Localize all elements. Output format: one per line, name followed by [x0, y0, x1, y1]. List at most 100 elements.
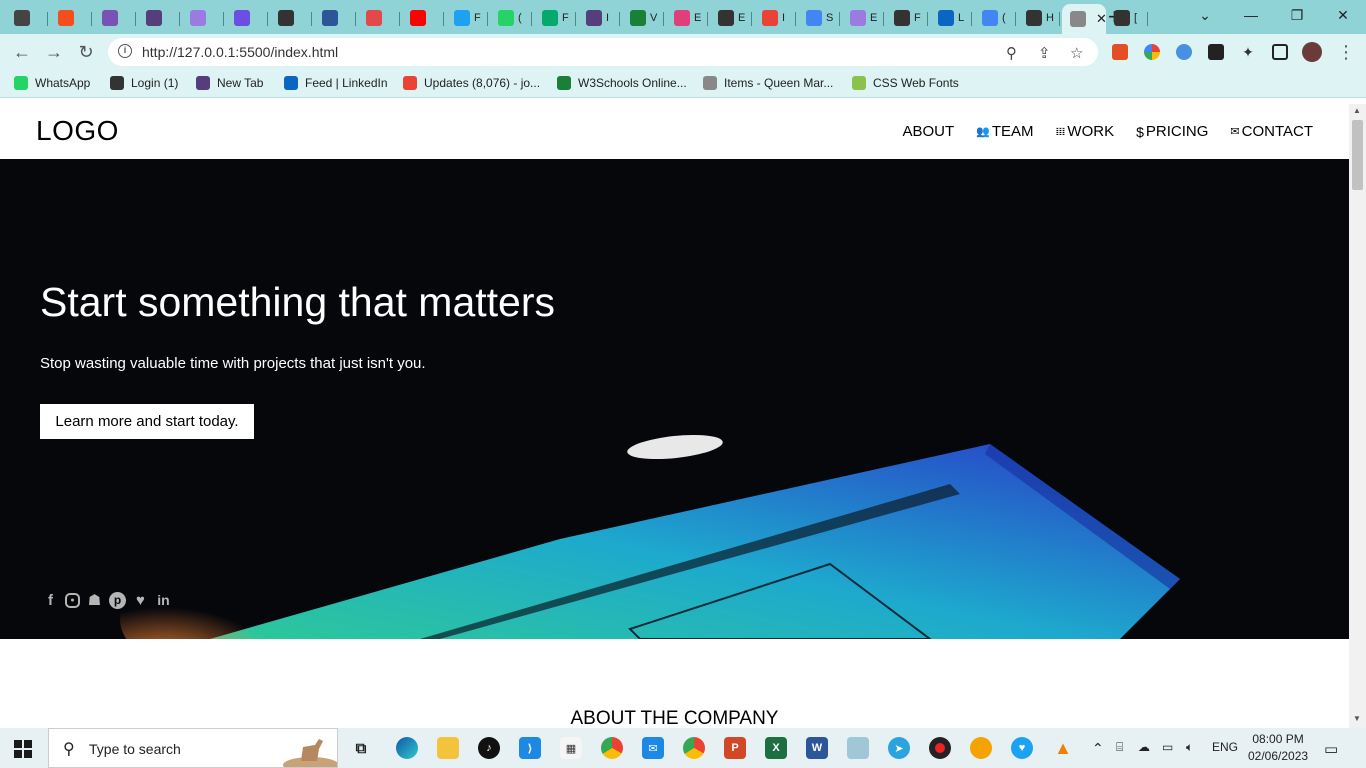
minimize-button[interactable]: —: [1228, 0, 1274, 30]
nav-contact[interactable]: ✉ CONTACT: [1230, 123, 1313, 140]
browser-tab[interactable]: (: [974, 4, 1016, 32]
address-bar[interactable]: i http://127.0.0.1:5500/index.html ⚲ ⇪ ☆: [108, 38, 1098, 66]
site-info-icon[interactable]: i: [118, 44, 132, 58]
browser-tab[interactable]: [6, 4, 48, 32]
url-text[interactable]: http://127.0.0.1:5500/index.html: [142, 44, 338, 60]
nav-team[interactable]: 👥 TEAM: [976, 123, 1033, 140]
zoom-icon[interactable]: ⚲: [1006, 44, 1017, 62]
taskbar-clock[interactable]: 08:00 PM 02/06/2023: [1248, 731, 1308, 765]
bookmark-item[interactable]: New Tab: [196, 76, 263, 90]
excel-icon[interactable]: X: [765, 737, 787, 759]
notifications-icon[interactable]: ▭: [1324, 740, 1338, 758]
scroll-up-icon[interactable]: ▲: [1353, 106, 1361, 115]
chrome-profile-icon[interactable]: [601, 737, 623, 759]
browser-tab[interactable]: W✕: [1062, 4, 1107, 34]
browser-tab[interactable]: H: [1018, 4, 1060, 32]
vscode-icon[interactable]: ⟩: [519, 737, 541, 759]
nav-pricing[interactable]: $ PRICING: [1136, 123, 1208, 140]
vpn-shield-icon[interactable]: [970, 737, 992, 759]
notes-icon[interactable]: [847, 737, 869, 759]
browser-tab[interactable]: S: [798, 4, 840, 32]
edge-icon[interactable]: [396, 737, 418, 759]
browser-tab[interactable]: (: [490, 4, 532, 32]
taskbar-search-box[interactable]: ⚲ Type to search: [48, 728, 338, 768]
browser-tab[interactable]: [138, 4, 180, 32]
battery-icon[interactable]: ▭: [1162, 740, 1173, 754]
browser-tab[interactable]: F: [886, 4, 928, 32]
avatar[interactable]: [1302, 42, 1322, 62]
browser-tab[interactable]: [402, 4, 444, 32]
browser-tab[interactable]: E: [842, 4, 884, 32]
hero-cta-button[interactable]: Learn more and start today.: [40, 404, 254, 439]
bookmark-item[interactable]: WhatsApp: [14, 76, 90, 90]
forward-icon[interactable]: →: [44, 42, 64, 62]
store-icon[interactable]: ▦: [560, 737, 582, 759]
browser-tab[interactable]: [94, 4, 136, 32]
linkedin-icon[interactable]: in: [155, 592, 172, 609]
bookmark-star-icon[interactable]: ☆: [1070, 44, 1083, 62]
facebook-icon[interactable]: f: [42, 592, 59, 609]
nav-about[interactable]: ABOUT: [902, 123, 954, 140]
file-explorer-icon[interactable]: [437, 737, 459, 759]
browser-tab[interactable]: [314, 4, 356, 32]
restore-button[interactable]: ❐: [1274, 0, 1320, 30]
mail-icon[interactable]: ✉: [642, 737, 664, 759]
bookmark-item[interactable]: CSS Web Fonts: [852, 76, 959, 90]
extension-icon[interactable]: [1176, 44, 1192, 60]
browser-tab[interactable]: F: [534, 4, 576, 32]
windows-start-icon[interactable]: [14, 740, 32, 758]
close-window-button[interactable]: ✕: [1320, 0, 1366, 30]
instagram-icon[interactable]: ●: [65, 593, 80, 608]
bookmark-item[interactable]: Login (1): [110, 76, 178, 90]
twitter-icon[interactable]: ♥: [132, 592, 149, 609]
vlc-icon[interactable]: ▲: [1052, 737, 1074, 759]
html5-extension-icon[interactable]: [1112, 44, 1128, 60]
bookmark-item[interactable]: Updates (8,076) - jo...: [403, 76, 540, 90]
bookmark-item[interactable]: Feed | LinkedIn: [284, 76, 388, 90]
browser-tab[interactable]: V: [622, 4, 664, 32]
side-panel-icon[interactable]: [1272, 44, 1288, 60]
browser-tab[interactable]: I: [578, 4, 620, 32]
language-indicator[interactable]: ENG: [1212, 740, 1238, 754]
gt-extension-icon[interactable]: [1208, 44, 1224, 60]
browser-tab[interactable]: I: [754, 4, 796, 32]
back-icon[interactable]: ←: [12, 42, 32, 62]
browser-tab[interactable]: [226, 4, 268, 32]
tiktok-icon[interactable]: ♪: [478, 737, 500, 759]
bookmark-item[interactable]: Items - Queen Mar...: [703, 76, 833, 90]
color-picker-extension-icon[interactable]: [1144, 44, 1160, 60]
browser-tab[interactable]: E: [710, 4, 752, 32]
word-icon[interactable]: W: [806, 737, 828, 759]
share-icon[interactable]: ⇪: [1038, 44, 1051, 62]
page-scrollbar[interactable]: ▲ ▼: [1349, 104, 1366, 728]
tab-search-icon[interactable]: ⌄: [1182, 0, 1228, 30]
bookmark-item[interactable]: W3Schools Online...: [557, 76, 687, 90]
extensions-puzzle-icon[interactable]: ✦: [1240, 44, 1256, 60]
snapchat-icon[interactable]: ☗: [86, 592, 103, 609]
browser-tab[interactable]: [: [1106, 4, 1148, 32]
site-logo[interactable]: LOGO: [36, 115, 119, 147]
browser-tab[interactable]: F: [446, 4, 488, 32]
onedrive-icon[interactable]: ☁: [1138, 740, 1150, 754]
twitter-icon[interactable]: ♥: [1011, 737, 1033, 759]
pinterest-icon[interactable]: p: [109, 592, 126, 609]
browser-tab[interactable]: [270, 4, 312, 32]
browser-tab[interactable]: L: [930, 4, 972, 32]
reload-icon[interactable]: ↻: [76, 42, 96, 62]
menu-icon[interactable]: ⋮: [1336, 42, 1356, 62]
powerpoint-icon[interactable]: P: [724, 737, 746, 759]
volume-icon[interactable]: 🔈︎: [1186, 740, 1193, 755]
browser-tab[interactable]: E: [666, 4, 708, 32]
meet-now-icon[interactable]: ⌸: [1116, 740, 1123, 755]
show-hidden-icons[interactable]: ⌃: [1092, 740, 1104, 757]
nav-work[interactable]: 𝍖 WORK: [1056, 123, 1115, 140]
task-view-icon[interactable]: ⧉: [350, 737, 372, 759]
telegram-icon[interactable]: ➤: [888, 737, 910, 759]
browser-tab[interactable]: [182, 4, 224, 32]
browser-tab[interactable]: [50, 4, 92, 32]
chrome-icon[interactable]: [683, 737, 705, 759]
browser-tab[interactable]: [358, 4, 400, 32]
record-icon[interactable]: [929, 737, 951, 759]
scroll-down-icon[interactable]: ▼: [1353, 714, 1361, 723]
scrollbar-thumb[interactable]: [1352, 120, 1363, 190]
